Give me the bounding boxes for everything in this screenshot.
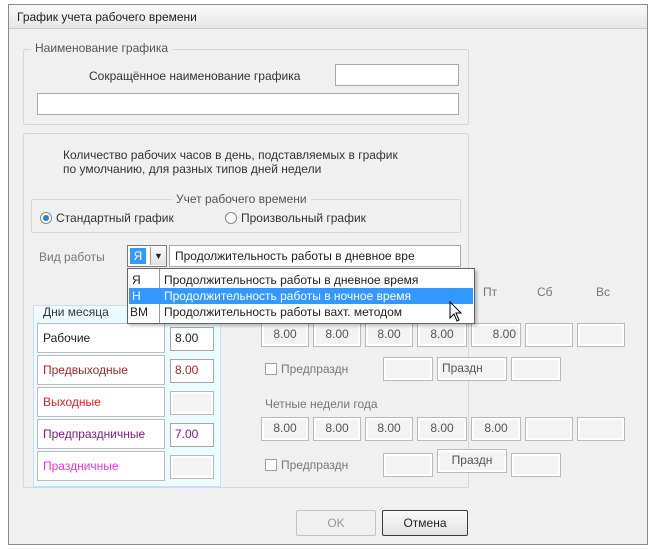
accounting-group-legend: Учет рабочего времени xyxy=(172,192,311,206)
even-fri[interactable]: 8.00 xyxy=(471,417,521,441)
even-wed[interactable]: 8.00 xyxy=(365,417,413,441)
odd-tue[interactable]: 8.00 xyxy=(313,323,361,347)
month-days-header: Дни месяца xyxy=(43,305,109,319)
work-type-code-select[interactable]: Я ▼ xyxy=(127,245,167,267)
even-pre-holiday-checkbox[interactable] xyxy=(265,459,277,471)
row-pre-weekend-text: Предвыходные xyxy=(43,363,128,377)
odd-pre-holiday-checkbox[interactable] xyxy=(265,363,277,375)
dropdown-item-night[interactable]: Н Продолжительность работы в ночное врем… xyxy=(129,288,473,304)
dropdown-item-code: Н xyxy=(132,289,141,303)
odd-sun[interactable] xyxy=(577,323,625,347)
row-label-weekend: Выходные xyxy=(37,387,165,417)
row-label-holiday: Праздничные xyxy=(37,451,165,481)
short-name-label: Сокращённое наименование графика xyxy=(89,69,301,83)
window-title: График учета рабочего времени xyxy=(17,10,197,24)
even-mon[interactable]: 8.00 xyxy=(261,417,309,441)
row-holiday-text: Праздничные xyxy=(43,459,119,473)
row-working-text: Рабочие xyxy=(43,331,91,345)
radio-standard[interactable] xyxy=(40,212,52,224)
dropdown-item-code: Я xyxy=(132,273,141,287)
working-hours-input[interactable]: 8.00 xyxy=(170,327,214,351)
description-line1: Количество рабочих часов в день, подстав… xyxy=(63,148,398,162)
weekday-sat: Сб xyxy=(537,285,553,299)
row-label-working: Рабочие xyxy=(37,323,165,353)
pre-holiday-hours-input[interactable]: 7.00 xyxy=(170,423,214,447)
description-line2: по умолчанию, для разных типов дней неде… xyxy=(63,162,322,176)
cancel-button[interactable]: Отмена xyxy=(382,510,468,536)
odd-thu[interactable]: 8.00 xyxy=(417,323,467,347)
full-name-input[interactable] xyxy=(37,93,459,115)
weekend-hours-input[interactable] xyxy=(170,391,214,415)
work-type-value[interactable]: Продолжительность работы в дневное вре xyxy=(169,245,461,267)
even-pre-holiday-label: Предпраздн xyxy=(281,458,349,472)
even-thu[interactable]: 8.00 xyxy=(417,417,467,441)
name-group-legend: Наименование графика xyxy=(31,41,173,55)
even-weeks-title: Четные недели года xyxy=(265,397,378,411)
even-pre-holiday-input[interactable] xyxy=(383,453,433,477)
weekday-fri: Пт xyxy=(483,285,498,299)
weekday-sun: Вс xyxy=(596,285,611,299)
odd-sat[interactable] xyxy=(525,323,573,347)
title-bar: График учета рабочего времени xyxy=(9,5,647,29)
odd-mon[interactable]: 8.00 xyxy=(261,323,309,347)
odd-holiday-label: Праздн xyxy=(437,357,507,381)
even-sat[interactable] xyxy=(525,417,573,441)
even-holiday-input[interactable] xyxy=(511,453,561,477)
odd-pre-holiday-label: Предпраздн xyxy=(281,362,349,376)
row-weekend-text: Выходные xyxy=(43,395,101,409)
row-label-pre-holiday: Предпраздничные xyxy=(37,419,165,449)
chevron-down-icon[interactable]: ▼ xyxy=(150,247,166,265)
holiday-hours-input[interactable] xyxy=(170,455,214,479)
odd-fri[interactable]: 8.00 xyxy=(471,323,521,347)
even-tue[interactable]: 8.00 xyxy=(313,417,361,441)
dropdown-item-label: Продолжительность работы в дневное время xyxy=(164,273,419,287)
row-label-pre-weekend: Предвыходные xyxy=(37,355,165,385)
odd-pre-holiday-input[interactable] xyxy=(383,357,433,381)
even-sun[interactable] xyxy=(577,417,625,441)
work-type-dropdown: Я Продолжительность работы в дневное вре… xyxy=(127,268,475,324)
dropdown-item-day[interactable]: Я Продолжительность работы в дневное вре… xyxy=(128,272,474,288)
dialog-window: График учета рабочего времени Наименован… xyxy=(8,4,648,545)
short-name-input[interactable] xyxy=(335,64,459,86)
pre-weekend-hours-input[interactable]: 8.00 xyxy=(170,359,214,383)
even-holiday-label: Праздн xyxy=(437,449,507,473)
mouse-cursor-icon xyxy=(449,301,463,322)
dropdown-item-code: ВМ xyxy=(130,305,148,319)
radio-custom[interactable] xyxy=(225,212,237,224)
odd-holiday-input[interactable] xyxy=(511,357,561,381)
dropdown-item-shift[interactable]: ВМ Продолжительность работы вахт. методо… xyxy=(128,304,474,320)
work-type-label: Вид работы xyxy=(39,250,105,264)
dropdown-item-label: Продолжительность работы в ночное время xyxy=(164,289,411,303)
odd-wed[interactable]: 8.00 xyxy=(365,323,413,347)
row-pre-holiday-text: Предпраздничные xyxy=(43,427,146,441)
radio-custom-label[interactable]: Произвольный график xyxy=(241,211,366,225)
dropdown-item-label: Продолжительность работы вахт. методом xyxy=(164,305,403,319)
ok-button[interactable]: OK xyxy=(296,510,376,536)
work-type-code: Я xyxy=(130,248,146,264)
radio-standard-label[interactable]: Стандартный график xyxy=(56,211,174,225)
